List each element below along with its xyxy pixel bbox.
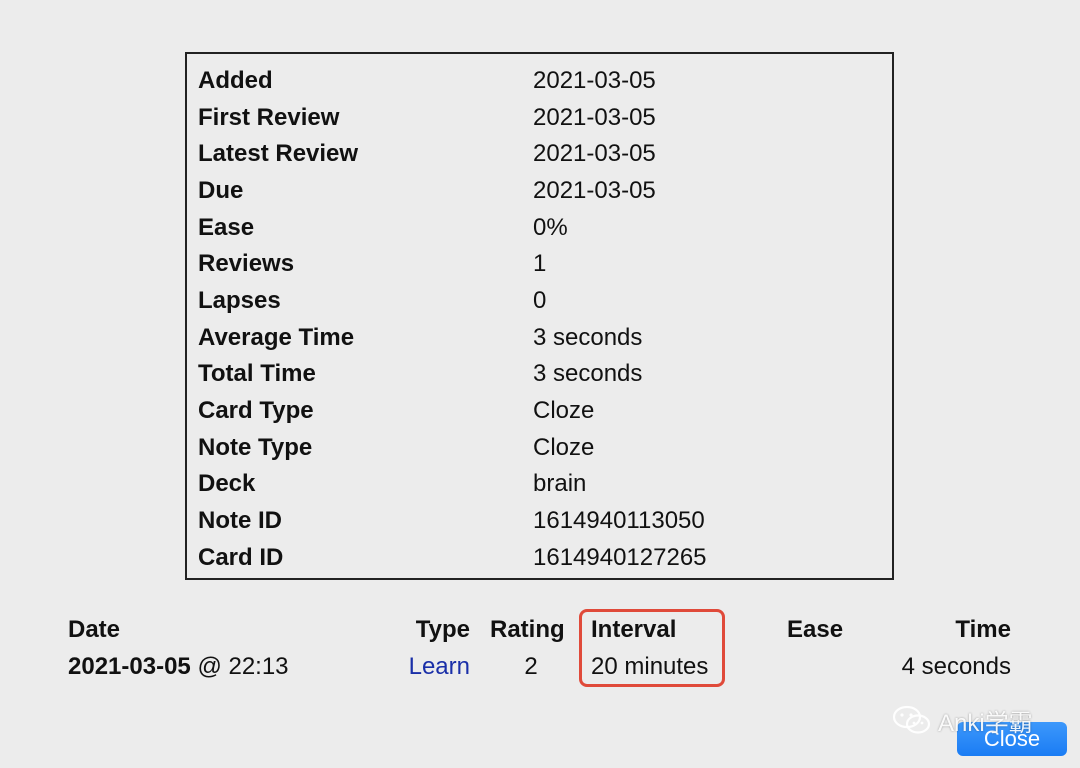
info-value: 1614940113050	[533, 507, 705, 534]
info-label: Average Time	[198, 324, 355, 351]
info-value: 3 seconds	[533, 360, 643, 387]
header-type: Type	[415, 616, 470, 643]
info-row-lapses: Lapses 0	[187, 283, 892, 319]
info-value: 2021-03-05	[533, 140, 656, 167]
watermark: Anki学霸	[892, 703, 1033, 737]
info-row-note-type: Note Type Cloze	[187, 430, 892, 466]
info-value: 0	[533, 287, 547, 314]
info-label: Deck	[198, 470, 256, 497]
info-value: 3 seconds	[533, 324, 643, 351]
info-row-card-type: Card Type Cloze	[187, 393, 892, 429]
info-label: Total Time	[198, 360, 316, 387]
review-date-cell: 2021-03-05 @ 22:13	[68, 649, 289, 685]
info-label: Due	[198, 177, 244, 204]
info-row-added: Added 2021-03-05	[187, 63, 892, 99]
review-rating: 2	[524, 653, 538, 680]
info-label: Note ID	[198, 507, 282, 534]
info-label: Added	[198, 67, 273, 94]
header-date: Date	[68, 616, 121, 643]
info-label: Note Type	[198, 434, 313, 461]
info-label: Latest Review	[198, 140, 359, 167]
info-value: brain	[533, 470, 587, 497]
info-row-due: Due 2021-03-05	[187, 173, 892, 209]
card-info-table: Added 2021-03-05 First Review 2021-03-05…	[185, 52, 894, 580]
header-time: Time	[955, 616, 1011, 643]
header-rating: Rating	[490, 616, 565, 643]
info-value: 2021-03-05	[533, 177, 656, 204]
info-row-ease: Ease 0%	[187, 210, 892, 246]
info-value: Cloze	[533, 397, 595, 424]
review-type-link[interactable]: Learn	[380, 649, 470, 685]
info-value: 1614940127265	[533, 544, 707, 571]
interval-highlight-box	[579, 609, 725, 687]
info-label: Lapses	[198, 287, 281, 314]
info-label: Ease	[198, 214, 255, 241]
info-value: 2021-03-05	[533, 104, 656, 131]
review-time-of-day: @ 22:13	[197, 653, 289, 680]
review-time: 4 seconds	[901, 653, 1011, 680]
info-value: 0%	[533, 214, 568, 241]
info-label: Card Type	[198, 397, 314, 424]
info-row-latest-review: Latest Review 2021-03-05	[187, 136, 892, 172]
watermark-text: Anki学霸	[938, 709, 1033, 737]
info-row-average-time: Average Time 3 seconds	[187, 320, 892, 356]
info-row-note-id: Note ID 1614940113050	[187, 503, 892, 539]
info-row-reviews: Reviews 1	[187, 246, 892, 282]
info-row-total-time: Total Time 3 seconds	[187, 356, 892, 392]
info-label: Card ID	[198, 544, 284, 571]
header-ease: Ease	[787, 616, 844, 643]
review-date: 2021-03-05	[68, 653, 191, 680]
info-row-first-review: First Review 2021-03-05	[187, 100, 892, 136]
info-label: First Review	[198, 104, 340, 131]
info-value: 1	[533, 250, 547, 277]
info-row-card-id: Card ID 1614940127265	[187, 540, 892, 576]
info-value: Cloze	[533, 434, 595, 461]
info-value: 2021-03-05	[533, 67, 656, 94]
info-label: Reviews	[198, 250, 295, 277]
info-row-deck: Deck brain	[187, 466, 892, 502]
wechat-icon	[892, 705, 932, 735]
card-info-window: Added 2021-03-05 First Review 2021-03-05…	[0, 0, 1080, 768]
